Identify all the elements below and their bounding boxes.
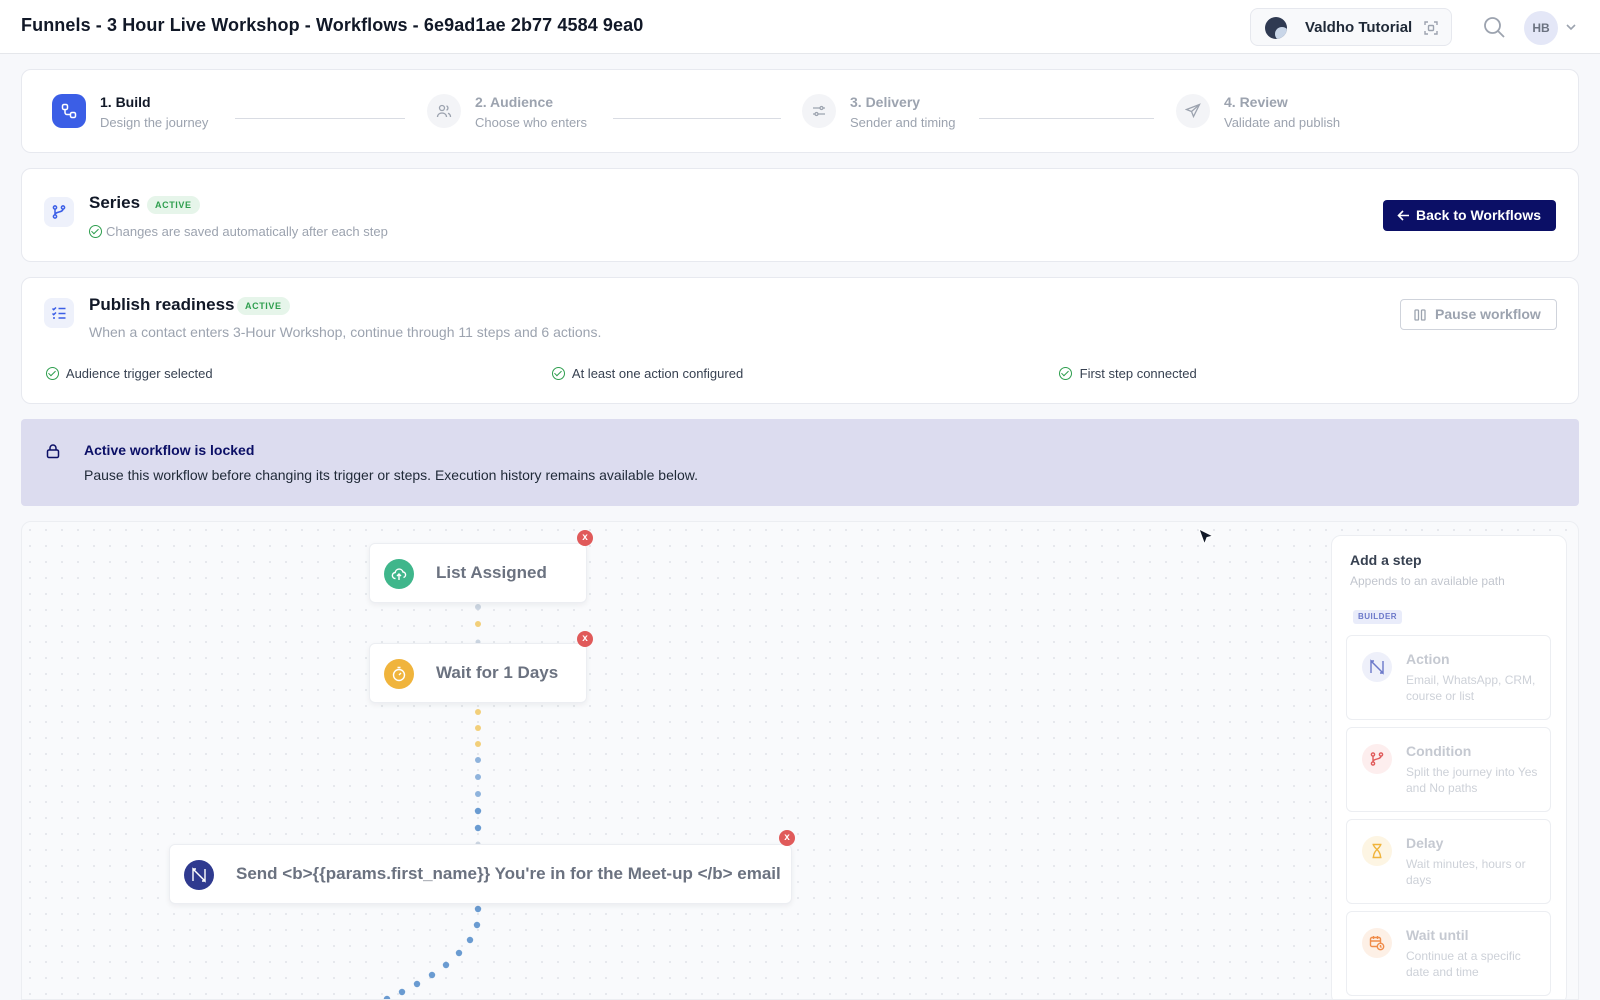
step-divider xyxy=(613,118,781,119)
lock-title: Active workflow is locked xyxy=(84,442,255,458)
check-audience-trigger: Audience trigger selected xyxy=(46,366,213,381)
remove-node-icon[interactable]: x xyxy=(577,631,593,647)
check-label: At least one action configured xyxy=(571,366,744,381)
readiness-title: Publish readiness xyxy=(89,295,235,314)
lock-description: Pause this workflow before changing its … xyxy=(84,467,698,483)
sliders-icon xyxy=(802,94,836,128)
step-title: 1. Build xyxy=(100,94,151,110)
check-circle-icon xyxy=(89,225,102,238)
tile-title: Action xyxy=(1406,651,1450,667)
add-condition-tile[interactable]: Condition Split the journey into Yes and… xyxy=(1346,727,1551,812)
status-badge: ACTIVE xyxy=(237,297,290,315)
readiness-description: When a contact enters 3-Hour Workshop, c… xyxy=(89,324,602,340)
pause-workflow-button[interactable]: Pause workflow xyxy=(1400,299,1557,330)
check-circle-icon xyxy=(552,367,565,380)
node-label: Wait for 1 Days xyxy=(436,663,559,682)
account-avatar xyxy=(1265,17,1287,39)
tile-title: Condition xyxy=(1406,743,1472,759)
node-label: List Assigned xyxy=(436,563,547,582)
users-icon xyxy=(427,94,461,128)
check-label: First step connected xyxy=(1079,366,1197,381)
check-action-configured: At least one action configured xyxy=(552,366,743,381)
node-list-assigned[interactable]: List Assigned xyxy=(369,543,587,603)
series-title: Series xyxy=(89,193,141,212)
publish-readiness-card: Publish readiness ACTIVE When a contact … xyxy=(21,277,1579,404)
timer-icon xyxy=(384,659,414,689)
remove-node-icon[interactable]: x xyxy=(577,530,593,546)
send-icon xyxy=(1176,94,1210,128)
autosave-note: Changes are saved automatically after ea… xyxy=(89,224,388,239)
step-title: 4. Review xyxy=(1224,94,1288,110)
back-to-workflows-button[interactable]: Back to Workflows xyxy=(1383,200,1556,231)
add-delay-tile[interactable]: Delay Wait minutes, hours or days xyxy=(1346,819,1551,904)
search-icon[interactable] xyxy=(1482,15,1506,39)
hourglass-icon xyxy=(1362,836,1392,866)
add-action-tile[interactable]: Action Email, WhatsApp, CRM, course or l… xyxy=(1346,635,1551,720)
calendar-clock-icon xyxy=(1362,928,1392,958)
step-divider xyxy=(979,118,1154,119)
check-first-step: First step connected xyxy=(1059,366,1197,381)
cursor-icon xyxy=(1198,527,1215,546)
action-icon xyxy=(1362,652,1392,682)
step-title: 2. Audience xyxy=(475,94,554,110)
branch-icon xyxy=(1362,744,1392,774)
autosave-text: Changes are saved automatically after ea… xyxy=(106,224,388,239)
workflow-locked-banner: Active workflow is locked Pause this wor… xyxy=(21,419,1579,506)
step-title: 3. Delivery xyxy=(850,94,921,110)
panel-title: Add a step xyxy=(1350,552,1422,568)
tile-description: Split the journey into Yes and No paths xyxy=(1406,765,1538,795)
step-divider xyxy=(235,118,405,119)
branch-icon xyxy=(44,197,74,227)
workflow-stepper: 1. Build Design the journey 2. Audience … xyxy=(21,69,1579,153)
workflow-canvas[interactable]: List Assigned x Wait for 1 Days x Send <… xyxy=(21,521,1579,1000)
node-label: Send <b>{{params.first_name}} You're in … xyxy=(236,864,781,883)
pause-icon xyxy=(1414,309,1426,321)
add-step-panel: Add a step Appends to an available path … xyxy=(1331,535,1567,999)
chevron-down-icon[interactable] xyxy=(1565,21,1577,33)
check-circle-icon xyxy=(46,367,59,380)
status-badge: ACTIVE xyxy=(147,196,200,214)
series-card: Series ACTIVE Changes are saved automati… xyxy=(21,168,1579,262)
cloud-icon xyxy=(384,559,414,589)
tile-description: Continue at a specific date and time xyxy=(1406,949,1521,979)
step-subtitle: Sender and timing xyxy=(850,115,956,130)
step-subtitle: Choose who enters xyxy=(475,115,588,130)
panel-subtitle: Appends to an available path xyxy=(1350,574,1505,588)
check-circle-icon xyxy=(1059,367,1072,380)
action-icon xyxy=(184,860,214,890)
node-wait-1-day[interactable]: Wait for 1 Days xyxy=(369,643,587,703)
workflow-icon xyxy=(52,94,86,128)
arrow-left-icon xyxy=(1397,210,1409,221)
builder-tag: BUILDER xyxy=(1353,610,1403,624)
node-send-email[interactable]: Send <b>{{params.first_name}} You're in … xyxy=(169,844,792,904)
page-title: Funnels - 3 Hour Live Workshop - Workflo… xyxy=(21,15,644,35)
account-name: Valdho Tutorial xyxy=(1305,19,1413,36)
tile-description: Email, WhatsApp, CRM, course or list xyxy=(1406,673,1536,703)
account-switcher[interactable]: Valdho Tutorial xyxy=(1250,8,1452,46)
tile-title: Wait until xyxy=(1406,927,1469,943)
step-subtitle: Validate and publish xyxy=(1224,115,1341,130)
lock-icon xyxy=(46,444,60,459)
remove-node-icon[interactable]: x xyxy=(779,830,795,846)
back-button-label: Back to Workflows xyxy=(1416,207,1541,223)
add-wait-until-tile[interactable]: Wait until Continue at a specific date a… xyxy=(1346,911,1551,996)
top-bar: Funnels - 3 Hour Live Workshop - Workflo… xyxy=(0,0,1600,54)
step-subtitle: Design the journey xyxy=(100,115,209,130)
scan-icon[interactable] xyxy=(1423,20,1439,36)
tile-title: Delay xyxy=(1406,835,1444,851)
tile-description: Wait minutes, hours or days xyxy=(1406,857,1526,887)
pause-button-label: Pause workflow xyxy=(1435,306,1541,322)
user-avatar[interactable]: HB xyxy=(1524,11,1558,45)
checklist-icon xyxy=(44,298,74,328)
check-label: Audience trigger selected xyxy=(65,366,213,381)
